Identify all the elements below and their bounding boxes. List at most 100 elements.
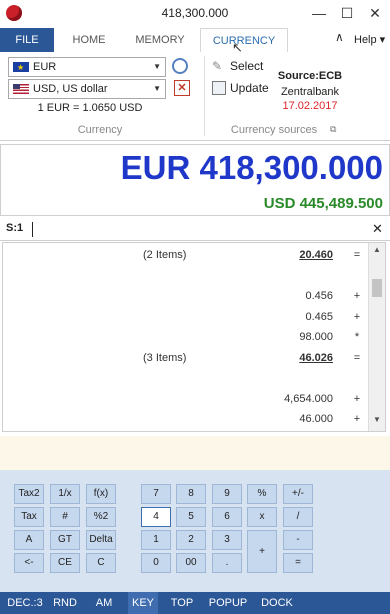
scroll-down-icon[interactable]: ▼ [369, 415, 385, 424]
group-label-currency: Currency [77, 124, 123, 136]
key-button[interactable]: 00 [176, 553, 206, 573]
status-bar: DEC.:3 RND AM KEY TOP POPUP DOCK [0, 592, 390, 614]
display-converted-value: USD 445,489.500 [263, 195, 383, 212]
status-item[interactable]: POPUP [207, 592, 249, 614]
tape-row[interactable]: 0.465 + [3, 307, 365, 327]
tape-list[interactable]: (2 Items) 20.460 = 0.456 +0.465 +98.000 * (3 It… [2, 242, 386, 432]
tape-row-operator: * [354, 331, 360, 343]
key-button[interactable]: 1 [141, 530, 171, 550]
tape-row-operator: + [353, 310, 361, 323]
ribbon-divider [204, 56, 205, 136]
minimize-icon[interactable]: — [306, 4, 332, 22]
scrollbar-thumb[interactable] [372, 279, 382, 297]
key-button[interactable]: 5 [176, 507, 206, 527]
tab-memory[interactable]: MEMORY [128, 28, 192, 52]
tab-home[interactable]: HOME [64, 28, 114, 52]
help-label: Help [354, 34, 377, 46]
tape-row-note: (3 Items) [143, 351, 187, 364]
tape-row-operator: + [353, 392, 361, 405]
key-button[interactable]: . [212, 553, 242, 573]
tape-row-operator: = [353, 351, 361, 364]
tab-file[interactable]: FILE [0, 28, 54, 52]
tape-row-value: 4,654.000 [284, 392, 333, 405]
key-button[interactable]: 8 [176, 484, 206, 504]
key-button[interactable]: 0 [141, 553, 171, 573]
source-date: 17.02.2017 [282, 100, 338, 112]
currency-to-select[interactable]: USD, US dollar ▼ [8, 79, 166, 99]
key-button[interactable]: A [14, 530, 44, 550]
key-button[interactable]: + [247, 530, 277, 573]
key-button[interactable]: - [283, 530, 313, 550]
swap-currency-icon[interactable] [172, 58, 188, 74]
key-button[interactable]: Tax [14, 507, 44, 527]
key-button[interactable]: 1/x [50, 484, 80, 504]
currency-from-select[interactable]: EUR ▼ [8, 57, 166, 77]
close-icon[interactable]: ✕ [362, 4, 388, 22]
scroll-up-icon[interactable]: ▲ [369, 245, 385, 254]
status-item[interactable]: DEC.:3 [6, 592, 44, 614]
result-display: EUR 418,300.000 USD 445,489.500 [0, 144, 390, 216]
tape-row[interactable]: 46.000 + [3, 409, 365, 429]
update-icon [212, 81, 226, 95]
tape-row-value: 0.465 [305, 310, 333, 323]
key-button[interactable]: Tax2 [14, 484, 44, 504]
pencil-icon: ✎ [212, 59, 223, 73]
select-label: Select [230, 59, 264, 73]
tape-row[interactable]: 4,654.000 + [3, 389, 365, 409]
key-button[interactable]: / [283, 507, 313, 527]
status-item[interactable]: AM [88, 592, 120, 614]
source-label: Source:ECB [277, 70, 343, 82]
tape-row[interactable]: (2 Items) 20.460 = [3, 245, 365, 265]
key-button[interactable]: # [50, 507, 80, 527]
close-tape-icon[interactable]: ✕ [372, 221, 383, 237]
tape-row-value: 98.000 [299, 331, 333, 343]
dialog-launcher-icon[interactable]: ⧉ [330, 124, 336, 135]
tape-row-operator: = [353, 249, 361, 261]
tape-row[interactable]: 0.456 + [3, 286, 365, 306]
exchange-rate-text: 1 EUR = 1.0650 USD [37, 102, 143, 114]
key-button[interactable]: Delta [86, 530, 116, 550]
tape-row-operator: + [353, 413, 361, 425]
key-button[interactable]: C [86, 553, 116, 573]
key-button[interactable]: 7 [141, 484, 171, 504]
key-button[interactable]: f(x) [86, 484, 116, 504]
tape-row-value: 46.000 [299, 413, 333, 425]
eu-flag-icon [13, 59, 29, 77]
tape-tab-cursor [32, 222, 33, 237]
tape-row[interactable] [3, 266, 365, 286]
key-button[interactable]: 6 [212, 507, 242, 527]
clear-currency-icon[interactable]: ✕ [174, 80, 190, 96]
status-item[interactable]: KEY [128, 592, 158, 614]
maximize-icon[interactable]: ☐ [334, 4, 360, 22]
status-item[interactable]: RND [47, 592, 83, 614]
tape-row[interactable]: (3 Items) 46.026 = [3, 348, 365, 368]
update-rates-button[interactable]: Update [212, 80, 272, 96]
help-menu[interactable]: Help ▾ [354, 33, 385, 46]
ribbon-tab-row [0, 28, 390, 53]
key-button[interactable]: GT [50, 530, 80, 550]
key-button[interactable]: % [247, 484, 277, 504]
key-button[interactable]: 2 [176, 530, 206, 550]
key-button[interactable]: x [247, 507, 277, 527]
select-source-button[interactable]: ✎ Select [212, 58, 268, 74]
status-item[interactable]: DOCK [257, 592, 297, 614]
key-button[interactable]: 3 [212, 530, 242, 550]
key-button[interactable]: <- [14, 553, 44, 573]
key-button[interactable]: 4 [141, 507, 171, 527]
key-button[interactable]: = [283, 553, 313, 573]
ribbon-collapse-icon[interactable]: ∧ [335, 30, 344, 44]
tape-tab-row [0, 220, 390, 241]
key-button[interactable]: 9 [212, 484, 242, 504]
tape-scrollbar[interactable]: ▲ ▼ [368, 243, 385, 431]
status-item[interactable]: TOP [167, 592, 197, 614]
tab-currency[interactable]: CURRENCY [200, 28, 288, 54]
key-button[interactable]: +/- [283, 484, 313, 504]
tape-tab[interactable]: S:1 [6, 222, 23, 234]
key-button[interactable]: CE [50, 553, 80, 573]
us-flag-icon [13, 84, 29, 94]
tape-row[interactable] [3, 368, 365, 388]
key-button[interactable]: %2 [86, 507, 116, 527]
tape-row-value: 20.460 [299, 249, 333, 261]
tape-row[interactable]: 98.000 * [3, 327, 365, 347]
display-main-value: EUR 418,300.000 [120, 149, 383, 186]
